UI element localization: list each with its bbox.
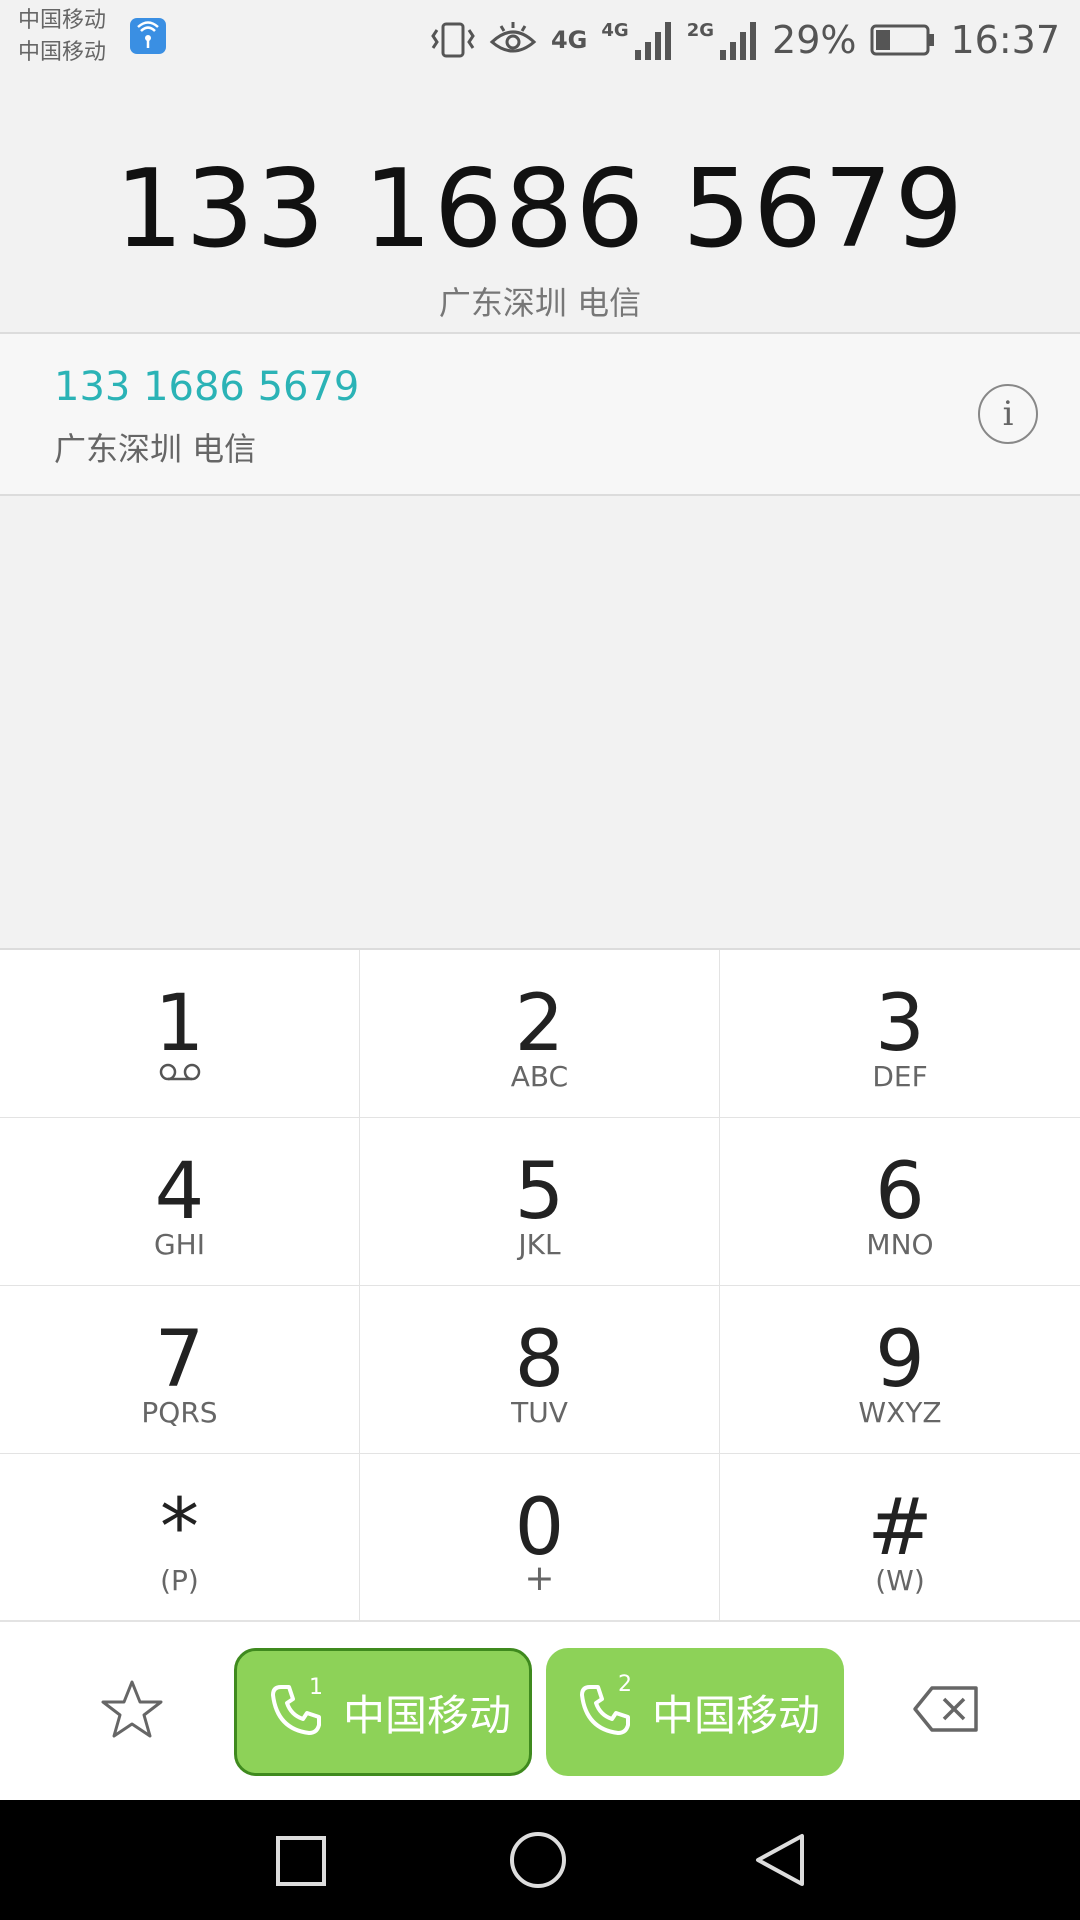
key-digit: 5 — [514, 1147, 565, 1237]
key-digit: 4 — [154, 1147, 205, 1237]
status-indicators: 4G 4G 2G 29% 16:37 — [431, 10, 1060, 70]
key-7[interactable]: 7 PQRS — [0, 1286, 360, 1454]
key-digit: 7 — [154, 1315, 205, 1405]
recent-apps-icon[interactable] — [274, 1830, 328, 1894]
eye-comfort-icon — [489, 20, 537, 60]
key-letters: (W) — [875, 1564, 925, 1597]
key-letters: WXYZ — [858, 1396, 942, 1429]
battery-percent: 29% — [772, 18, 857, 62]
battery-icon — [870, 22, 936, 58]
key-digit: 1 — [154, 979, 205, 1069]
clock: 16:37 — [950, 18, 1060, 62]
key-hash[interactable]: # (W) — [720, 1454, 1080, 1622]
info-icon[interactable]: i — [978, 384, 1038, 444]
call-sim2-button[interactable]: 2 中国移动 — [546, 1648, 844, 1776]
key-letters: DEF — [872, 1060, 928, 1093]
wifi-hotspot-icon — [130, 18, 166, 54]
call-sim2-label: 中国移动 — [652, 1690, 821, 1740]
key-5[interactable]: 5 JKL — [360, 1118, 720, 1286]
key-0[interactable]: 0 + — [360, 1454, 720, 1622]
status-bar: 中国移动 中国移动 4G 4G 2G 29% 16:37 — [0, 0, 1080, 80]
network-type-label-3: 2G — [686, 20, 715, 41]
key-digit: 8 — [514, 1315, 565, 1405]
match-number: 133 1686 5679 — [54, 364, 360, 410]
key-digit: # — [867, 1483, 933, 1573]
call-sim1-button[interactable]: 1 中国移动 — [234, 1648, 532, 1776]
sim-index-2: 2 — [618, 1672, 632, 1697]
dial-action-bar: 1 中国移动 2 中国移动 — [0, 1620, 1080, 1800]
key-3[interactable]: 3 DEF — [720, 950, 1080, 1118]
key-letters: ABC — [510, 1060, 569, 1093]
dialed-number-header: 133 1686 5679 广东深圳 电信 — [0, 80, 1080, 332]
key-digit: 6 — [875, 1147, 925, 1237]
dialed-number: 133 1686 5679 — [114, 147, 966, 272]
vibrate-icon — [431, 20, 475, 60]
key-letters: MNO — [866, 1228, 934, 1261]
signal-icon-1: 4G — [601, 20, 672, 60]
key-star[interactable]: * (P) — [0, 1454, 360, 1622]
key-2[interactable]: 2 ABC — [360, 950, 720, 1118]
key-letters: (P) — [160, 1564, 199, 1597]
key-1[interactable]: 1 — [0, 950, 360, 1118]
back-icon[interactable] — [752, 1830, 808, 1894]
voicemail-icon — [158, 1062, 202, 1086]
key-8[interactable]: 8 TUV — [360, 1286, 720, 1454]
key-letters: TUV — [511, 1396, 568, 1429]
network-type-label-1: 4G — [550, 26, 588, 54]
backspace-icon[interactable] — [912, 1684, 980, 1738]
number-match-row[interactable]: 133 1686 5679 广东深圳 电信 i — [0, 334, 1080, 494]
key-digit: 9 — [875, 1315, 925, 1405]
key-letters: PQRS — [141, 1396, 218, 1429]
call-sim1-label: 中国移动 — [343, 1690, 512, 1740]
empty-area — [0, 496, 1080, 948]
dial-keypad: 1 2 ABC 3 DEF 4 GHI 5 JKL 6 MNO 7 PQRS 8… — [0, 948, 1080, 1622]
key-letters: GHI — [153, 1228, 205, 1261]
key-9[interactable]: 9 WXYZ — [720, 1286, 1080, 1454]
key-digit: 3 — [875, 979, 925, 1069]
match-location: 广东深圳 电信 — [54, 430, 257, 468]
carrier-label-1: 中国移动 — [18, 8, 107, 33]
key-4[interactable]: 4 GHI — [0, 1118, 360, 1286]
home-icon[interactable] — [508, 1830, 568, 1894]
network-type-label-2: 4G — [601, 20, 629, 41]
system-navigation-bar — [0, 1800, 1080, 1920]
dialed-number-location: 广东深圳 电信 — [438, 284, 642, 322]
key-6[interactable]: 6 MNO — [720, 1118, 1080, 1286]
key-digit: * — [160, 1483, 199, 1573]
carrier-label-2: 中国移动 — [18, 40, 107, 65]
signal-icon-2: 2G — [687, 20, 758, 60]
key-digit: 2 — [514, 979, 565, 1069]
sim-index-1: 1 — [309, 1675, 323, 1700]
key-letters: JKL — [518, 1228, 561, 1261]
star-icon[interactable] — [100, 1678, 164, 1746]
key-letters: + — [524, 1558, 555, 1599]
